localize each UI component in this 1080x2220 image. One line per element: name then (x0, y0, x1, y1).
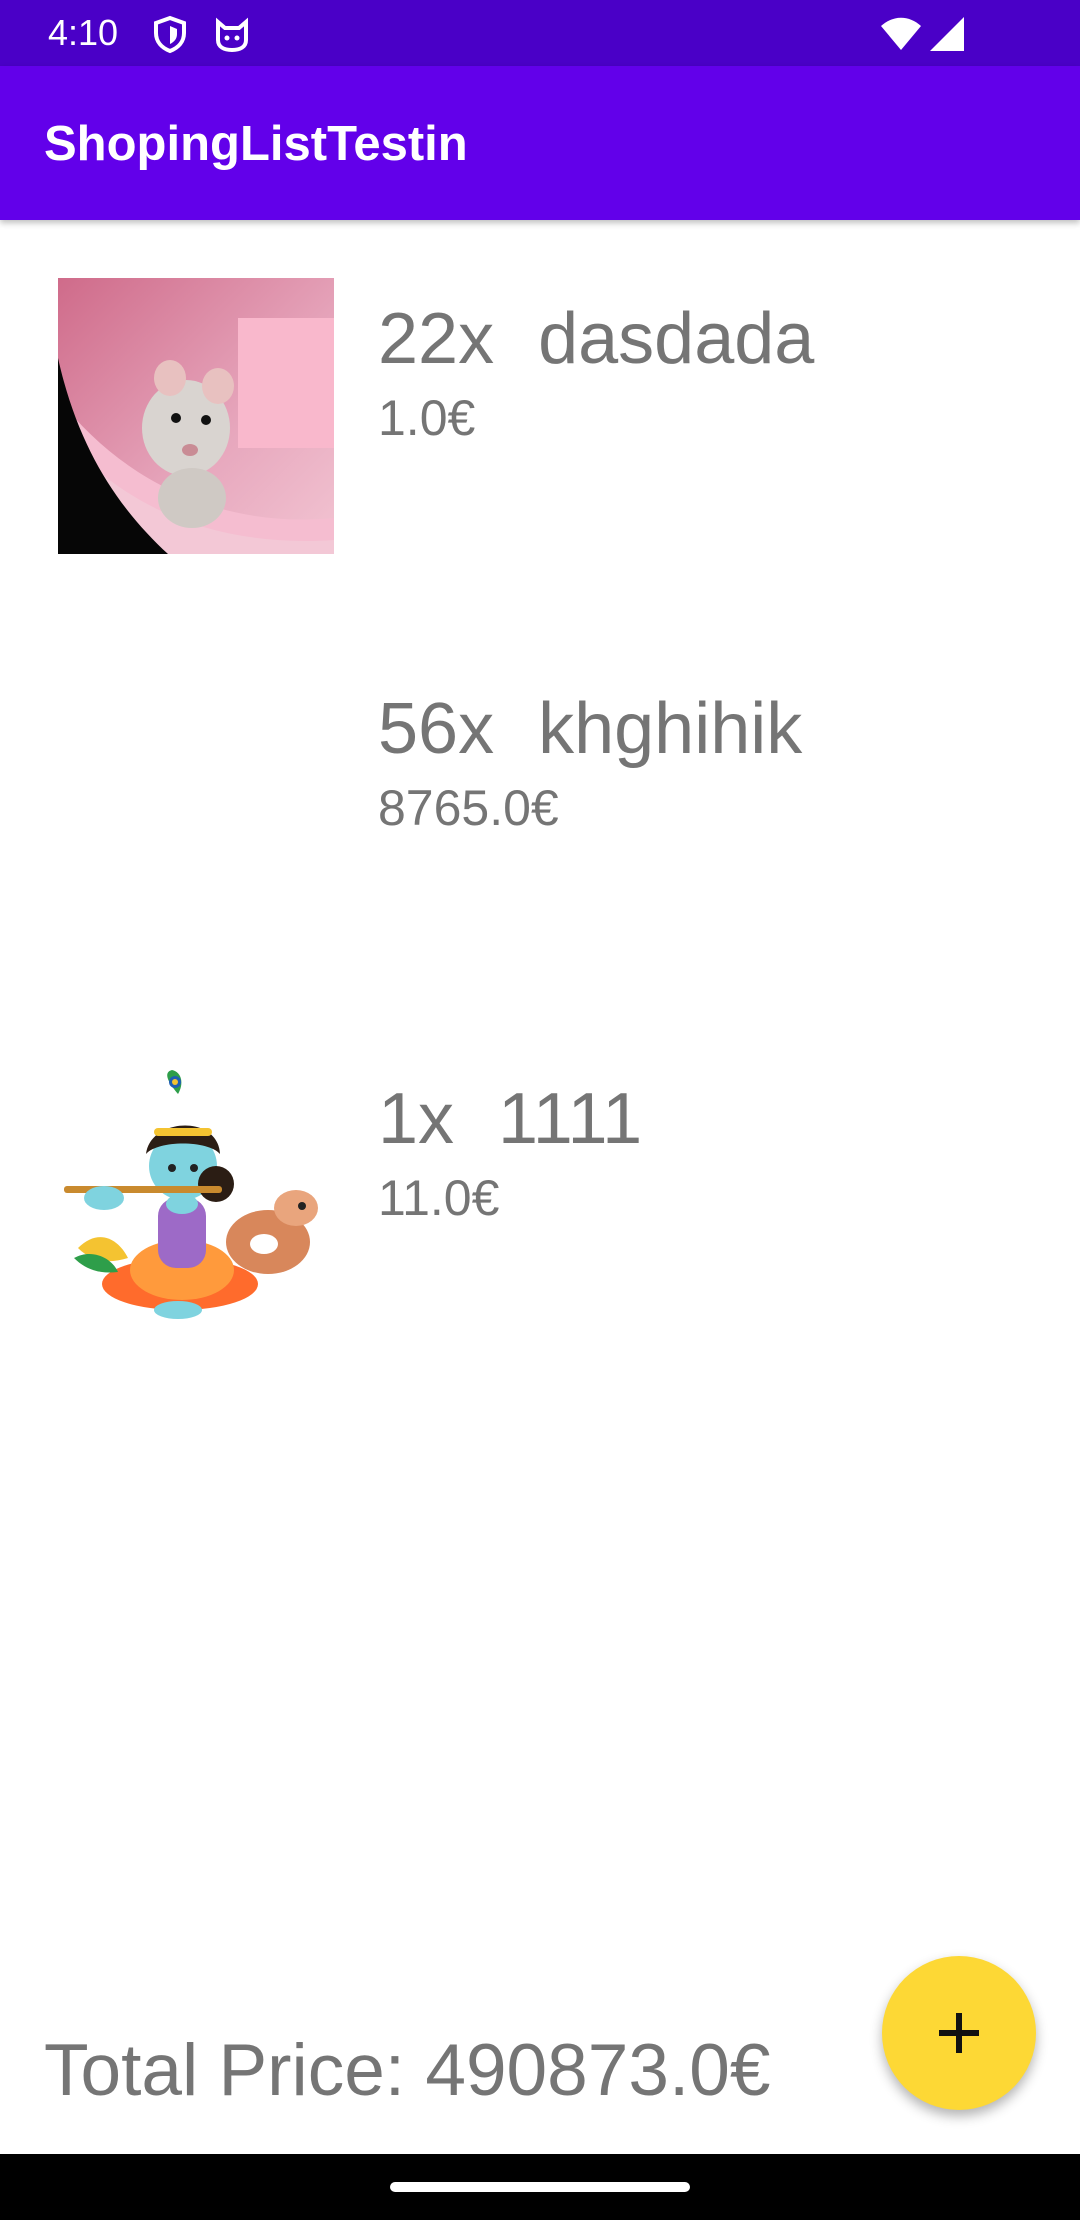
item-image-krishna (58, 1058, 334, 1334)
add-item-button[interactable] (882, 1956, 1036, 2110)
item-name: dasdada (538, 299, 815, 379)
item-title: 22x dasdada (378, 296, 814, 382)
status-time: 4:10 (48, 12, 119, 53)
cat-face-icon (216, 17, 248, 53)
list-item[interactable]: 22x dasdada 1.0€ (0, 278, 1080, 668)
item-image-rat (58, 278, 334, 554)
status-bar: 4:10 (0, 0, 1080, 66)
item-price: 8765.0€ (378, 780, 559, 836)
item-quantity: 56x (378, 689, 495, 769)
item-quantity: 1x (378, 1079, 455, 1159)
item-price: 1.0€ (378, 390, 476, 446)
home-gesture-handle[interactable] (390, 2182, 690, 2192)
signal-icon (930, 17, 964, 51)
shield-icon (154, 15, 186, 54)
item-name: khghihik (538, 689, 803, 769)
app-title: ShopingListTestin (44, 117, 468, 171)
item-image-empty (58, 668, 334, 944)
wifi-icon (881, 17, 921, 50)
total-price: Total Price: 490873.0€ (44, 2030, 771, 2111)
app-bar: ShopingListTestin (0, 66, 1080, 220)
item-quantity: 22x (378, 299, 495, 379)
list-item[interactable]: 56x khghihik 8765.0€ (0, 668, 1080, 1058)
item-name: 1111 (498, 1079, 643, 1159)
item-title: 56x khghihik (378, 686, 802, 772)
item-title: 1x 1111 (378, 1076, 642, 1162)
plus-icon (939, 2013, 979, 2053)
navigation-bar (0, 2154, 1080, 2220)
item-price: 11.0€ (378, 1170, 500, 1226)
krishna-illustration (64, 1070, 318, 1319)
list-item[interactable]: 1x 1111 11.0€ (0, 1058, 1080, 1448)
rat-photo (58, 278, 334, 554)
